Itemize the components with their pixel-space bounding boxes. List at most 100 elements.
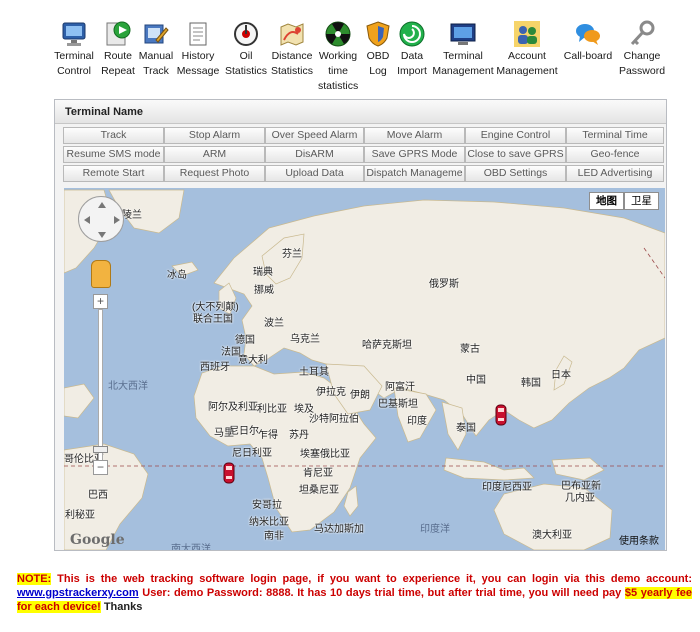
map-label: 利比亚 (257, 404, 287, 415)
map-label: 瑞典 (253, 267, 273, 278)
map-label: 印度 (407, 416, 427, 427)
toolbar-distance-statistics[interactable]: Distance Statistics (270, 20, 314, 79)
toolbar-call-board[interactable]: Call-board (560, 20, 616, 64)
cmd-obd-settings-button[interactable]: OBD Settings (465, 165, 566, 182)
cmd-resume-sms-mode-button[interactable]: Resume SMS mode (63, 146, 164, 163)
cmd-move-alarm-button[interactable]: Move Alarm (364, 127, 465, 144)
map-label: 乌克兰 (290, 334, 320, 345)
main-toolbar: Terminal Control Route Repeat Manual Tra… (52, 20, 668, 98)
cmd-stop-alarm-button[interactable]: Stop Alarm (164, 127, 265, 144)
map-label: 巴基斯坦 (378, 399, 418, 410)
zoom-out-button[interactable]: − (93, 460, 108, 475)
map-type-switch: 地图 卫星 (589, 192, 659, 210)
cmd-close-to-save-gprs-button[interactable]: Close to save GPRS (465, 146, 566, 163)
vehicle-marker-africa[interactable] (223, 462, 235, 484)
toolbar-obd-log[interactable]: OBD Log (362, 20, 394, 79)
map-label: 联合王国 (193, 314, 233, 325)
google-logo: Google (70, 532, 125, 548)
map-label: 纳米比亚 (249, 517, 289, 528)
map-label: 沙特阿拉伯 (309, 414, 359, 425)
map-label: 日本 (551, 370, 571, 381)
zoom-slider-thumb[interactable] (93, 446, 108, 453)
map-label: 印度尼西亚 (482, 482, 532, 493)
toolbar-working-time-statistics[interactable]: Working time statistics (318, 20, 358, 94)
map-label: 哈萨克斯坦 (362, 340, 412, 351)
map-label: 尼日利亚 (232, 448, 272, 459)
zoom-in-button[interactable]: + (93, 294, 108, 309)
toolbar-route-repeat[interactable]: Route Repeat (100, 20, 136, 79)
shield-icon (366, 21, 390, 47)
cmd-geo-fence-button[interactable]: Geo-fence (566, 146, 664, 163)
play-icon (106, 21, 131, 46)
map-label: 苏丹 (289, 430, 309, 441)
map-sea-label: 印度洋 (420, 524, 450, 535)
cmd-save-gprs-mode-button[interactable]: Save GPRS Mode (364, 146, 465, 163)
pan-arrows-icon (84, 202, 120, 238)
swirl-icon (399, 21, 425, 47)
map-label: 伊朗 (350, 390, 370, 401)
cmd-dispatch-management-button[interactable]: Dispatch Manageme (364, 165, 465, 182)
map-label: 中国 (466, 375, 486, 386)
chat-bubbles-icon (576, 24, 600, 45)
map-label: 埃塞俄比亚 (300, 449, 350, 460)
cmd-upload-data-button[interactable]: Upload Data (265, 165, 364, 182)
cmd-over-speed-alarm-button[interactable]: Over Speed Alarm (265, 127, 364, 144)
map-label: 土耳其 (299, 367, 329, 378)
terminal-panel: Terminal Name Track Stop Alarm Over Spee… (54, 99, 667, 551)
toolbar-terminal-management[interactable]: Terminal Management (432, 20, 494, 79)
street-view-pegman-icon[interactable] (91, 260, 111, 288)
map-label: 尼日尔 (229, 426, 259, 437)
key-icon (630, 20, 655, 46)
note-prefix: NOTE: (17, 573, 52, 585)
pan-control[interactable] (78, 196, 124, 242)
toolbar-label: Terminal Management (432, 50, 494, 77)
terms-of-use-link[interactable]: 使用条款 (619, 532, 659, 547)
cmd-request-photo-button[interactable]: Request Photo (164, 165, 265, 182)
map-label: 南非 (264, 531, 284, 542)
map-sea-label: 南大西洋 (171, 544, 211, 550)
map-type-satellite-button[interactable]: 卫星 (624, 192, 659, 210)
cmd-led-advertising-button[interactable]: LED Advertising (566, 165, 664, 182)
toolbar-label: Data Import (397, 50, 427, 77)
cmd-disarm-button[interactable]: DisARM (265, 146, 364, 163)
map-type-map-button[interactable]: 地图 (589, 192, 624, 210)
route-map-icon (280, 23, 304, 46)
vehicle-marker-china[interactable] (495, 404, 507, 426)
toolbar-data-import[interactable]: Data Import (396, 20, 428, 79)
map-label: 阿富汗 (385, 382, 415, 393)
radiation-icon (325, 21, 351, 47)
toolbar-history-message[interactable]: History Message (176, 20, 220, 79)
panel-title: Terminal Name (55, 100, 666, 124)
cmd-track-button[interactable]: Track (63, 127, 164, 144)
toolbar-label: Distance Statistics (270, 50, 313, 77)
map-label: 澳大利亚 (532, 530, 572, 541)
demo-site-link[interactable]: www.gpstrackerxy.com (17, 587, 139, 599)
toolbar-manual-track[interactable]: Manual Track (138, 20, 174, 79)
toolbar-terminal-control[interactable]: Terminal Control (52, 20, 96, 79)
map-label: 坦桑尼亚 (299, 485, 339, 496)
oil-gauge-icon (234, 22, 258, 46)
toolbar-change-password[interactable]: Change Password (616, 20, 668, 79)
toolbar-label: Working time statistics (318, 50, 359, 92)
note-suffix: Thanks (100, 601, 143, 613)
map-label: 泰国 (456, 423, 476, 434)
toolbar-oil-statistics[interactable]: Oil Statistics (224, 20, 268, 79)
map-label: 冰岛 (167, 270, 187, 281)
map-label: 韩国 (521, 378, 541, 389)
cmd-terminal-time-button[interactable]: Terminal Time (566, 127, 664, 144)
cmd-engine-control-button[interactable]: Engine Control (465, 127, 566, 144)
map-label: 安哥拉 (252, 500, 282, 511)
cmd-arm-button[interactable]: ARM (164, 146, 265, 163)
map-label: 伊拉克 (316, 387, 346, 398)
toolbar-label: Oil Statistics (224, 50, 267, 77)
cmd-remote-start-button[interactable]: Remote Start (63, 165, 164, 182)
note-text-2: User: demo Password: 8888. It has 10 day… (138, 587, 625, 599)
toolbar-label: Call-board (563, 50, 613, 62)
toolbar-label: Manual Track (138, 50, 174, 77)
toolbar-account-management[interactable]: Account Management (496, 20, 558, 79)
world-map[interactable]: 格陵兰 冰岛 芬兰 瑞典 挪威 俄罗斯 (大不列颠) 联合王国 德国 波兰 法国… (64, 188, 665, 550)
map-label: 乍得 (258, 430, 278, 441)
toolbar-label: Change Password (618, 50, 666, 77)
zoom-slider-track[interactable] (98, 309, 103, 461)
toolbar-label: OBD Log (366, 50, 390, 77)
